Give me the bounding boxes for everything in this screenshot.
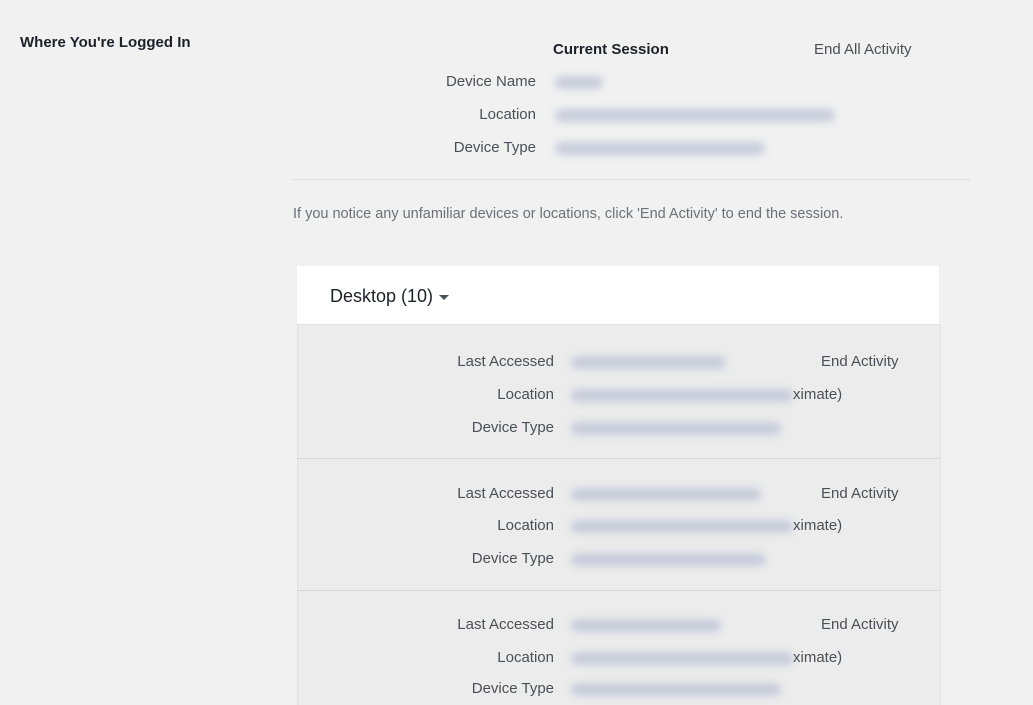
location-value-redacted	[571, 520, 793, 533]
chevron-down-icon	[439, 294, 450, 300]
location-value-partial: ximate)	[793, 649, 843, 666]
last-accessed-label: Last Accessed	[457, 353, 554, 370]
device-group-label: Desktop (10)	[330, 286, 434, 306]
device-type-label: Device Type	[471, 550, 554, 567]
device-type-label: Device Type	[471, 680, 554, 697]
location-value-redacted	[571, 652, 793, 665]
current-session-heading: Current Session	[553, 41, 669, 58]
location-value-partial: ximate)	[793, 386, 843, 403]
last-accessed-value-redacted	[571, 619, 721, 632]
location-value-redacted	[571, 389, 793, 402]
last-accessed-value-redacted	[571, 356, 726, 369]
location-label: Location	[497, 386, 554, 403]
device-type-label: Device Type	[453, 139, 536, 156]
notice-text: If you notice any unfamiliar devices or …	[293, 206, 844, 222]
device-type-value-redacted	[571, 553, 766, 566]
location-label: Location	[479, 106, 536, 123]
location-value-redacted	[555, 109, 835, 122]
last-accessed-label: Last Accessed	[457, 485, 554, 502]
divider	[293, 179, 970, 180]
device-name-value-redacted	[555, 76, 603, 89]
last-accessed-label: Last Accessed	[457, 616, 554, 633]
device-name-label: Device Name	[445, 73, 536, 90]
device-type-label: Device Type	[471, 419, 554, 436]
device-group-title[interactable]: Desktop (10)	[330, 286, 450, 307]
last-accessed-value-redacted	[571, 488, 761, 501]
end-activity-link[interactable]: End Activity	[821, 616, 899, 633]
device-type-value-redacted	[555, 142, 765, 155]
location-label: Location	[497, 517, 554, 534]
location-value-partial: ximate)	[793, 517, 843, 534]
device-type-value-redacted	[571, 422, 781, 435]
location-label: Location	[497, 649, 554, 666]
device-type-value-redacted	[571, 683, 781, 696]
row-separator	[297, 590, 939, 591]
end-activity-link[interactable]: End Activity	[821, 485, 899, 502]
section-title: Where You're Logged In	[20, 34, 191, 51]
sessions-panel	[297, 325, 941, 705]
end-activity-link[interactable]: End Activity	[821, 353, 899, 370]
row-separator	[297, 458, 939, 459]
end-all-activity-link[interactable]: End All Activity	[814, 41, 912, 58]
device-group-header[interactable]: Desktop (10)	[297, 266, 939, 325]
